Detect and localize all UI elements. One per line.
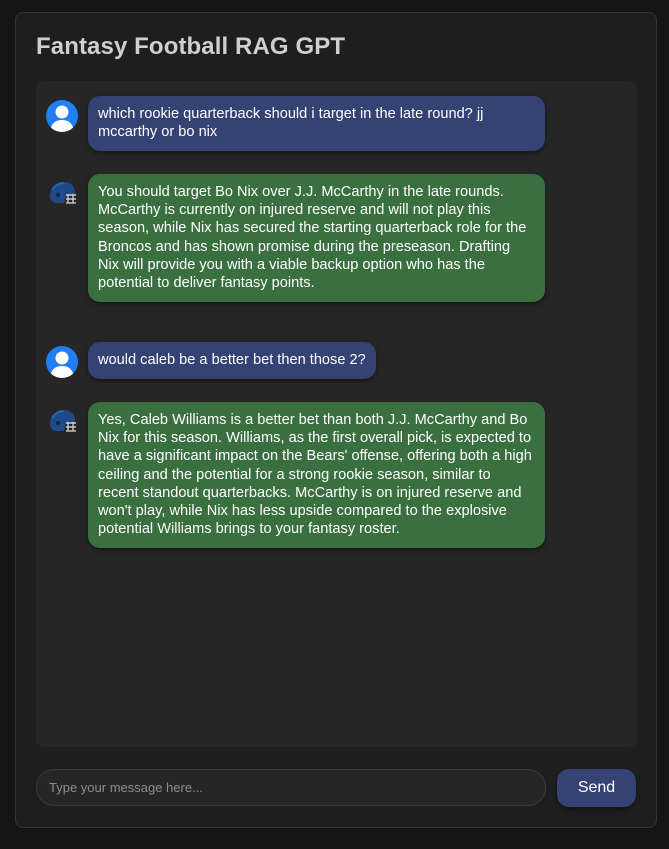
app-title: Fantasy Football RAG GPT — [36, 33, 346, 60]
message-composer: Send — [36, 769, 637, 807]
message-row-assistant: You should target Bo Nix over J.J. McCar… — [46, 174, 545, 303]
send-button[interactable]: Send — [557, 769, 636, 807]
message-input[interactable] — [36, 769, 546, 806]
message-row-user: would caleb be a better bet then those 2… — [46, 342, 376, 380]
user-avatar-icon — [46, 100, 78, 132]
message-bubble-user: which rookie quarterback should i target… — [88, 96, 545, 152]
message-bubble-assistant: Yes, Caleb Williams is a better bet than… — [88, 402, 545, 549]
message-bubble-user: would caleb be a better bet then those 2… — [88, 342, 376, 380]
football-helmet-icon — [46, 178, 78, 210]
message-row-assistant: Yes, Caleb Williams is a better bet than… — [46, 402, 545, 549]
chat-app-window: Fantasy Football RAG GPT which rookie qu… — [15, 12, 657, 828]
football-helmet-icon — [46, 406, 78, 438]
chat-history[interactable]: which rookie quarterback should i target… — [36, 81, 637, 747]
message-row-user: which rookie quarterback should i target… — [46, 96, 545, 152]
message-bubble-assistant: You should target Bo Nix over J.J. McCar… — [88, 174, 545, 303]
user-avatar-icon — [46, 346, 78, 378]
